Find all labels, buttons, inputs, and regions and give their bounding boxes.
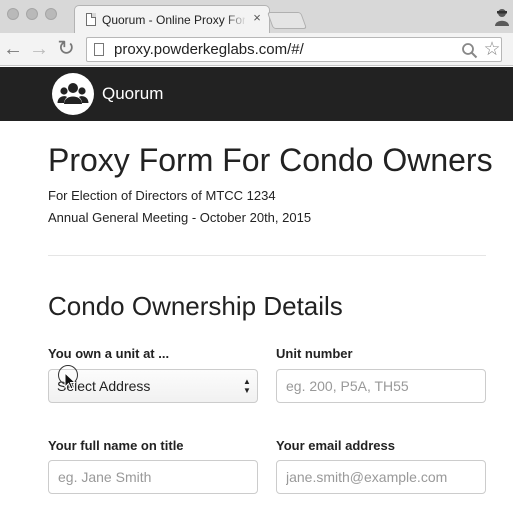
browser-toolbar: ← → ↻ proxy.powderkeglabs.com/#/ ☆ (0, 33, 513, 66)
unit-at-label: You own a unit at ... (48, 346, 170, 361)
window-zoom-dot[interactable] (45, 8, 57, 20)
unit-number-input[interactable] (276, 369, 486, 403)
page-favicon-icon (86, 13, 96, 26)
people-group-icon[interactable] (52, 73, 94, 115)
brand-name[interactable]: Quorum (102, 84, 163, 104)
full-name-label: Your full name on title (48, 438, 184, 453)
reload-icon[interactable]: ↻ (56, 38, 76, 59)
unit-number-label: Unit number (276, 346, 353, 361)
back-arrow-icon[interactable]: ← (3, 39, 23, 59)
email-input[interactable] (276, 460, 486, 494)
page-title: Proxy Form For Condo Owners (48, 142, 493, 178)
url-text[interactable]: proxy.powderkeglabs.com/#/ (114, 40, 304, 60)
profile-icon[interactable] (494, 8, 510, 26)
browser-tab[interactable]: Quorum - Online Proxy For × (74, 5, 270, 33)
tab-title: Quorum - Online Proxy For (102, 13, 245, 27)
tab-close-icon[interactable]: × (250, 11, 264, 25)
select-caret-icon: ▲ ▼ (243, 377, 251, 395)
browser-tab-strip: Quorum - Online Proxy For × (0, 0, 513, 33)
window-minimize-dot[interactable] (26, 8, 38, 20)
bookmark-star-icon[interactable]: ☆ (481, 39, 503, 61)
section-title: Condo Ownership Details (48, 291, 343, 321)
mouse-pointer-icon (64, 372, 76, 390)
address-bar[interactable]: proxy.powderkeglabs.com/#/ ☆ (86, 37, 502, 62)
full-name-input[interactable] (48, 460, 258, 494)
election-subtitle: For Election of Directors of MTCC 1234 (48, 188, 276, 203)
search-icon[interactable] (461, 42, 478, 59)
meeting-subtitle: Annual General Meeting - October 20th, 2… (48, 210, 312, 225)
app-navbar: Quorum (0, 67, 513, 121)
new-tab-button[interactable] (266, 12, 308, 29)
divider (48, 255, 486, 256)
page-icon (94, 43, 104, 56)
address-select[interactable]: Select Address ▲ ▼ (48, 369, 258, 403)
forward-arrow-icon[interactable]: → (29, 39, 49, 59)
email-label: Your email address (276, 438, 395, 453)
window-close-dot[interactable] (7, 8, 19, 20)
